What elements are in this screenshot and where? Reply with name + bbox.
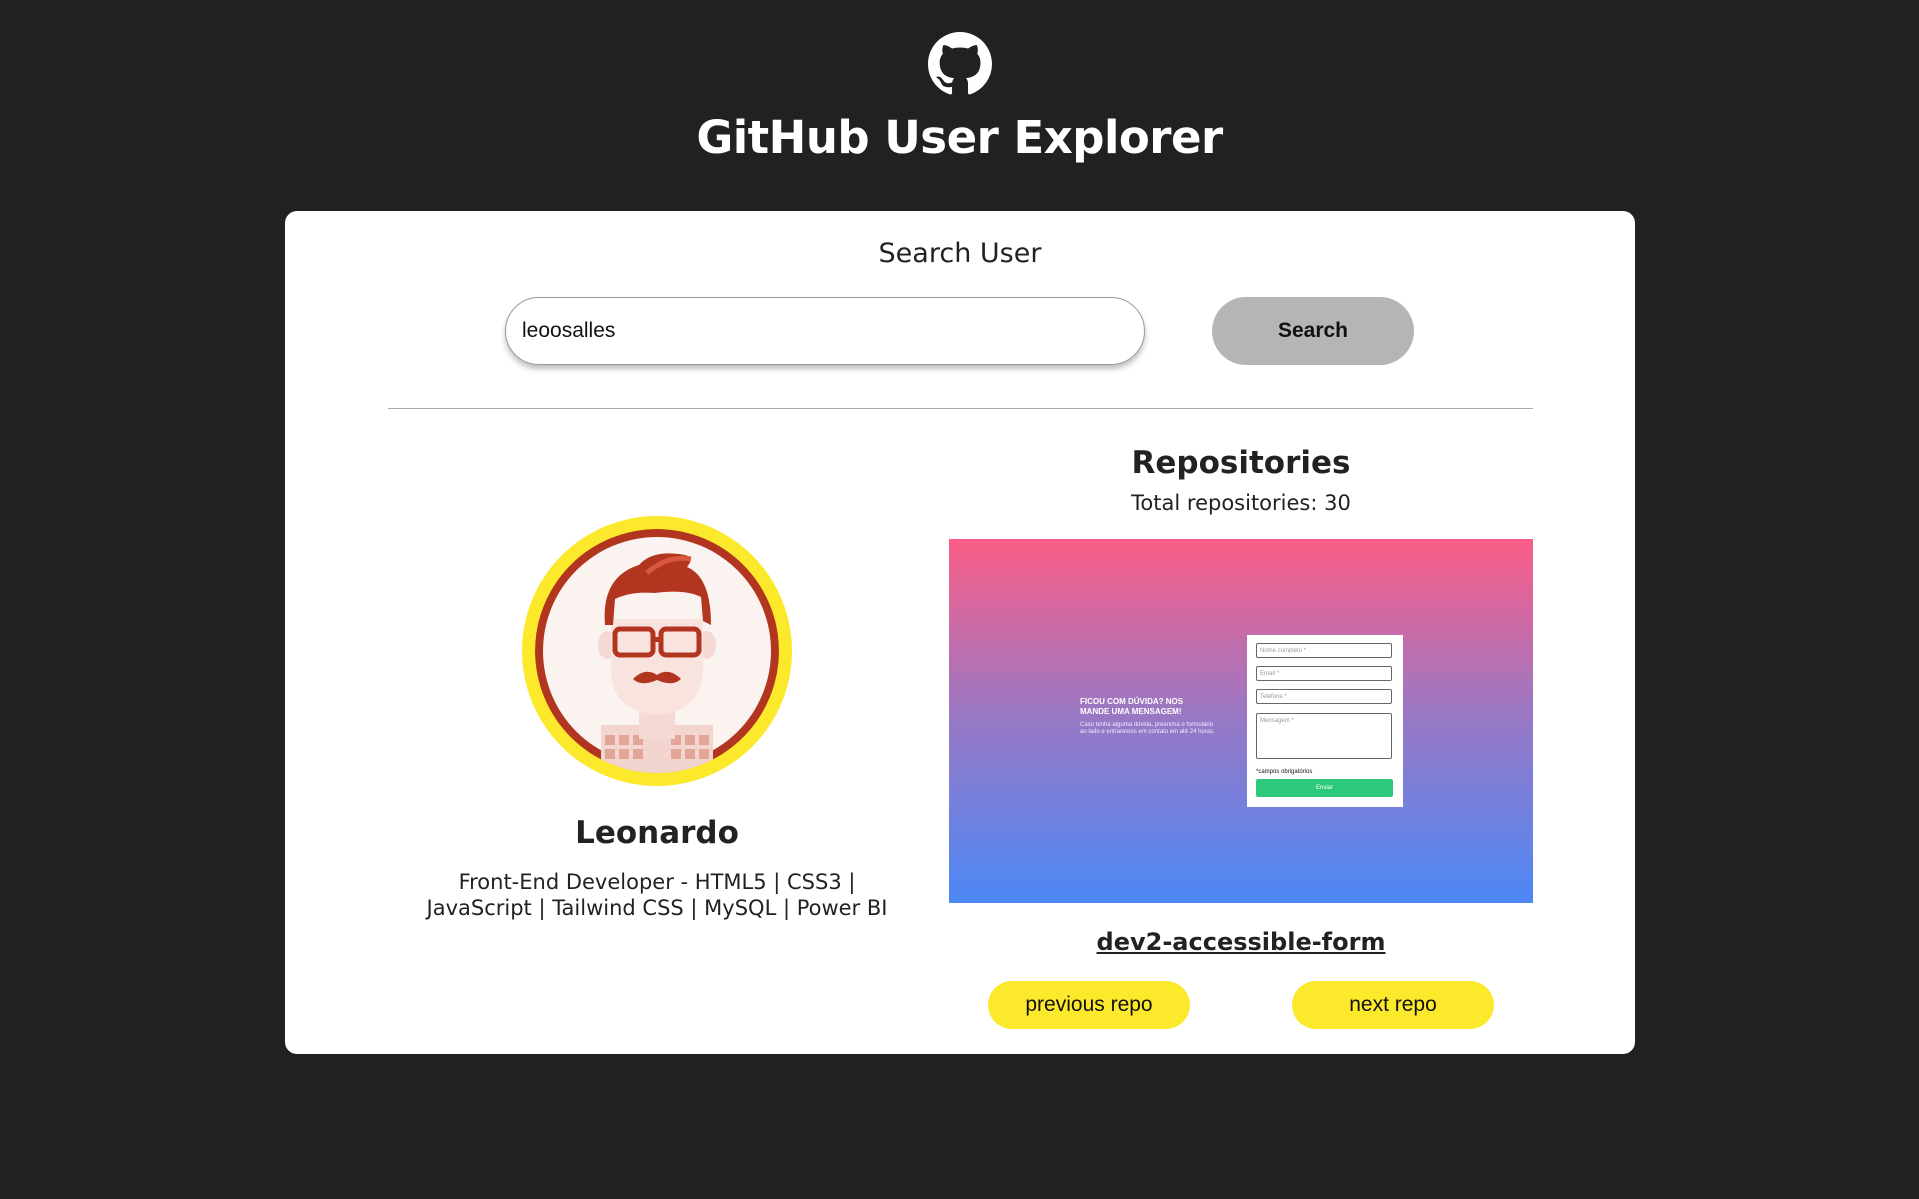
search-button[interactable]: Search	[1212, 297, 1414, 365]
search-heading: Search User	[878, 238, 1042, 269]
preview-field-email: Email *	[1256, 666, 1392, 681]
preview-field-message: Mensagem *	[1256, 713, 1392, 759]
preview-field-name: Nome completo *	[1256, 643, 1392, 658]
preview-text: Caso tenha alguma dúvida, preencha o for…	[1080, 722, 1215, 735]
preview-required-note: *campos obrigatórios	[1256, 769, 1313, 775]
search-input[interactable]	[505, 297, 1145, 365]
user-bio: Front-End Developer - HTML5 | CSS3 | Jav…	[426, 870, 888, 920]
previous-repo-button[interactable]: previous repo	[988, 981, 1190, 1029]
user-name: Leonardo	[575, 815, 739, 851]
preview-field-phone: Telefone *	[1256, 689, 1392, 704]
repo-name-link[interactable]: dev2-accessible-form	[949, 925, 1533, 959]
github-logo-icon	[928, 32, 992, 95]
preview-heading: FICOU COM DÚVIDA? NOS MANDE UMA MENSAGEM…	[1080, 697, 1184, 716]
preview-send-button: Enviar	[1256, 779, 1393, 797]
app-header: GitHub User Explorer	[0, 0, 1919, 200]
next-repo-button[interactable]: next repo	[1292, 981, 1494, 1029]
app-title: GitHub User Explorer	[696, 111, 1223, 164]
divider	[388, 408, 1533, 409]
hipster-avatar-icon	[535, 529, 779, 773]
repo-preview-image: FICOU COM DÚVIDA? NOS MANDE UMA MENSAGEM…	[949, 539, 1533, 903]
avatar	[535, 529, 779, 773]
repositories-count: Total repositories: 30	[1131, 491, 1351, 515]
preview-form: Nome completo * Email * Telefone * Mensa…	[1247, 635, 1403, 807]
explorer-card: Search User Search	[285, 211, 1635, 1054]
repositories-heading: Repositories	[1131, 445, 1351, 481]
